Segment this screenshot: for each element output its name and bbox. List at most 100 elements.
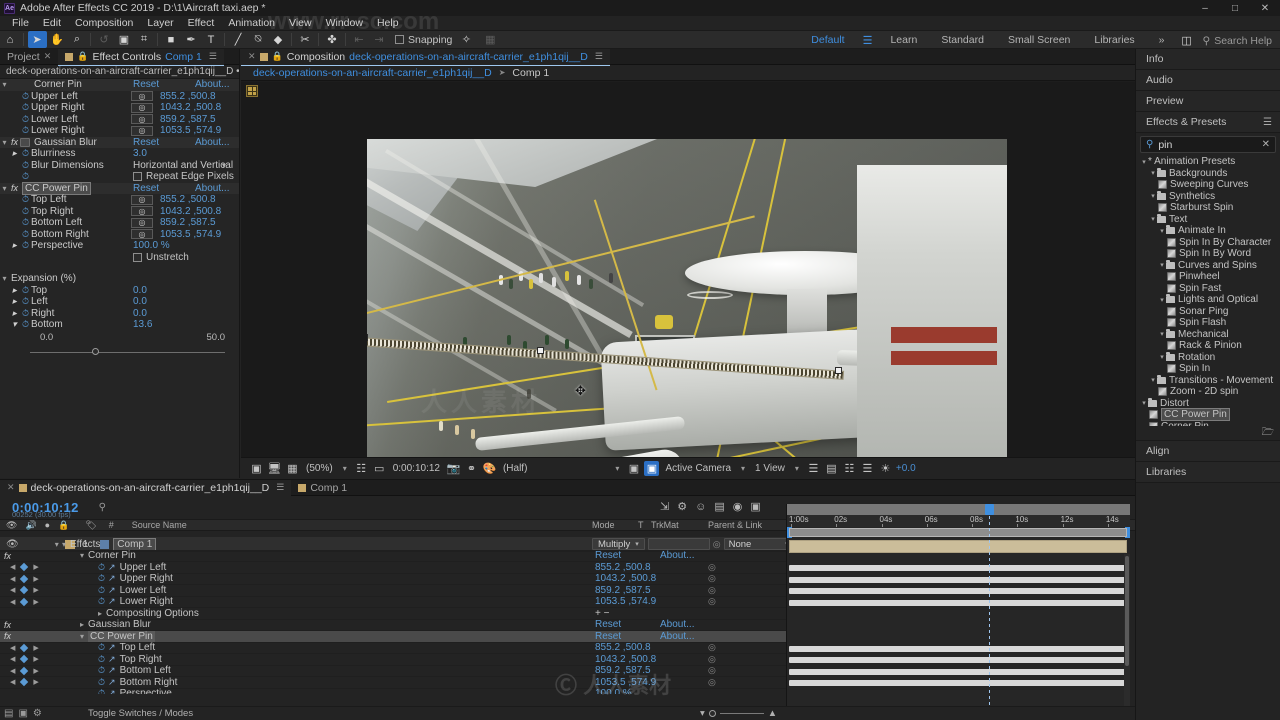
effects-presets-tree[interactable]: ▾ * Animation Presets ▾ Backgrounds Sweeping…	[1136, 156, 1280, 426]
stopwatch-icon[interactable]: ⏱	[20, 240, 31, 251]
panel-preview[interactable]: Preview	[1136, 91, 1280, 112]
twirl-icon[interactable]: ▾	[1158, 227, 1166, 235]
new-folder-icon[interactable]: 🗁	[1262, 425, 1274, 442]
trkmat-header[interactable]: TrkMat	[651, 520, 679, 530]
expansion-slider-track-row[interactable]	[0, 345, 239, 359]
stopwatch-icon[interactable]: ⏱	[98, 688, 105, 694]
composition-mini-flowchart-icon[interactable]: ⇲	[660, 500, 669, 513]
graph-editor-icon[interactable]: ↗	[108, 677, 116, 688]
expansion-row[interactable]: ▾ ⏱ Bottom 13.6	[0, 319, 239, 331]
expression-pickwhip-icon[interactable]: ◎	[708, 585, 716, 596]
expression-pickwhip-icon[interactable]: ◎	[708, 665, 716, 676]
next-keyframe-icon[interactable]: ▶	[33, 563, 38, 571]
transfer-controls-icon[interactable]: ▣	[18, 708, 27, 719]
keyframe-navigator[interactable]: ◀ ▶	[10, 563, 39, 572]
graph-editor-icon[interactable]: ↗	[108, 585, 116, 596]
stopwatch-icon[interactable]: ⏱	[20, 160, 31, 171]
stopwatch-icon[interactable]: ⏱	[20, 308, 31, 319]
graph-editor-icon[interactable]: ↗	[108, 688, 116, 694]
point-picker-button[interactable]: ◎	[131, 102, 153, 113]
effects-preset-item[interactable]: ▾ Backgrounds	[1136, 167, 1280, 180]
param-value[interactable]: 859.2 ,587.5	[160, 217, 216, 228]
param-value[interactable]: 859.2 ,587.5	[160, 114, 216, 125]
camera-tool[interactable]: ▣	[115, 31, 134, 48]
point-picker-button[interactable]: ◎	[131, 194, 153, 205]
stopwatch-icon[interactable]: ⏱	[98, 562, 105, 573]
point-picker-button[interactable]: ◎	[131, 125, 153, 136]
zoom-slider-track[interactable]	[719, 713, 764, 714]
expression-pickwhip-icon[interactable]: ◎	[708, 677, 716, 688]
stopwatch-icon[interactable]: ⏱	[20, 148, 31, 159]
keyframe-track[interactable]	[789, 576, 1127, 583]
unstretch-control[interactable]: Unstretch	[133, 252, 189, 263]
param-value[interactable]: 3.0	[133, 148, 147, 159]
panel-libraries[interactable]: Libraries	[1136, 462, 1280, 483]
magnification-value[interactable]: (50%)	[303, 463, 336, 474]
param-value[interactable]: 1053.5 ,574.9	[160, 125, 221, 136]
comp-timecode[interactable]: 0:00:10:12	[390, 463, 443, 474]
menu-effect[interactable]: Effect	[181, 16, 222, 30]
twirl-icon[interactable]: ▾	[62, 540, 66, 549]
keyframe-diamond-icon[interactable]	[20, 563, 29, 572]
effects-preset-item[interactable]: Starburst Spin	[1136, 202, 1280, 214]
stopwatch-icon[interactable]: ⏱	[20, 285, 31, 296]
camera-view-value[interactable]: Active Camera	[662, 463, 734, 474]
composition-stage[interactable]: ✥ 人人素材	[241, 82, 1135, 457]
graph-editor-icon[interactable]: ↗	[108, 596, 116, 607]
timeline-property-row[interactable]: ◀ ▶ ⏱ ↗ Bottom Left 859.2 ,587.5 ◎	[0, 665, 786, 677]
twirl-icon[interactable]: ▾	[1158, 296, 1166, 304]
stopwatch-icon[interactable]: ⏱	[20, 296, 31, 307]
twirl-icon[interactable]: ▸	[9, 296, 20, 307]
menu-view[interactable]: View	[282, 16, 319, 30]
tab-timeline-comp[interactable]: ✕ deck-operations-on-an-aircraft-carrier…	[0, 479, 292, 497]
keyframe-diamond-icon[interactable]	[20, 597, 29, 606]
graph-editor-icon[interactable]: ▣	[750, 500, 760, 513]
timeline-property-value[interactable]: 1043.2 ,500.8	[595, 654, 656, 665]
playhead-handle[interactable]	[985, 504, 994, 515]
playhead-line[interactable]	[989, 504, 990, 720]
timeline-about-link[interactable]: About...	[660, 550, 694, 561]
keyframe-navigator[interactable]: ◀ ▶	[10, 597, 39, 606]
effects-preset-item[interactable]: ▾ * Animation Presets	[1136, 156, 1280, 168]
param-row[interactable]: ▸ ⏱ Blurriness 3.0	[0, 148, 239, 160]
keyframe-navigator[interactable]: ◀ ▶	[10, 643, 39, 652]
workspace-layout-icon[interactable]: ◫	[1177, 32, 1196, 49]
search-help-field[interactable]: ⚲ Search Help	[1203, 35, 1278, 47]
effects-preset-item[interactable]: ▾ Synthetics	[1136, 190, 1280, 203]
expression-pickwhip-icon[interactable]: ◎	[708, 573, 716, 584]
effects-preset-item[interactable]: Rack & Pinion	[1136, 340, 1280, 352]
twirl-icon[interactable]: ▾	[1149, 192, 1157, 200]
type-tool[interactable]: T	[202, 31, 221, 48]
timeline-about-link[interactable]: About...	[660, 619, 694, 630]
expression-pickwhip-icon[interactable]: ◎	[708, 562, 716, 573]
expansion-row[interactable]: ▸ ⏱ Left 0.0	[0, 296, 239, 308]
puppet-pin-tool[interactable]: ✤	[323, 31, 342, 48]
menu-file[interactable]: File	[5, 16, 36, 30]
stopwatch-icon[interactable]: ⏱	[20, 229, 31, 240]
zoom-slider-knob[interactable]	[708, 710, 716, 717]
param-row[interactable]: ⏱ Bottom Left ◎ 859.2 ,587.5	[0, 217, 239, 229]
twirl-icon[interactable]: ▾	[9, 319, 20, 330]
timeline-property-row[interactable]: ◀ ▶ ⏱ ↗ Lower Right 1053.5 ,574.9 ◎	[0, 596, 786, 608]
always-preview-icon[interactable]: ▣	[249, 461, 264, 476]
param-row[interactable]: ⏱ Upper Right ◎ 1043.2 ,500.8	[0, 102, 239, 114]
stopwatch-icon[interactable]: ⏱	[98, 585, 105, 596]
effect-header-gaussian-blur[interactable]: ▾ fx Gaussian Blur Reset About...	[0, 136, 239, 148]
stopwatch-icon[interactable]: ⏱	[20, 217, 31, 228]
timeline-zoom-slider[interactable]: ▾ ▲	[700, 708, 777, 719]
timeline-property-value[interactable]: + −	[595, 608, 609, 619]
tab-timeline-comp1[interactable]: Comp 1	[291, 480, 354, 496]
param-row[interactable]: ⏱ Bottom Right ◎ 1053.5 ,574.9	[0, 229, 239, 241]
point-picker-button[interactable]: ◎	[131, 206, 153, 217]
param-value[interactable]: 855.2 ,500.8	[160, 91, 216, 102]
next-keyframe-icon[interactable]: ▶	[33, 678, 38, 686]
param-row[interactable]: ⏱ Top Right ◎ 1043.2 ,500.8	[0, 206, 239, 218]
tab-composition[interactable]: ✕ 🔒 Composition deck-operations-on-an-ai…	[241, 48, 610, 66]
lock-icon[interactable]: 🔒	[58, 520, 69, 531]
keyframe-navigator[interactable]: ◀ ▶	[10, 678, 39, 687]
zoom-tool[interactable]: ⌕	[68, 31, 87, 48]
effects-preset-item[interactable]: Spin In By Character	[1136, 237, 1280, 249]
prev-keyframe-icon[interactable]: ◀	[10, 678, 15, 686]
unstretch-checkbox[interactable]	[133, 252, 142, 262]
render-quality-icon[interactable]: 🖥	[267, 461, 282, 476]
